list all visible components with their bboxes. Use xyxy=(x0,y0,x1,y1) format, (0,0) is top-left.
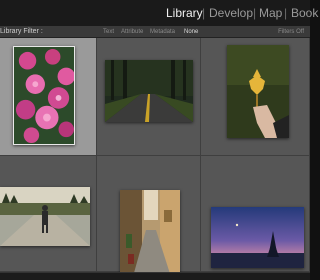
module-develop[interactable]: Develop xyxy=(209,6,253,20)
filter-none-button[interactable]: None xyxy=(184,26,198,38)
narrow-street-image xyxy=(120,190,180,280)
hiker-path-photo[interactable] xyxy=(0,187,90,246)
autumn-leaf-image xyxy=(227,45,289,138)
grid-cell-autumn-leaf[interactable] xyxy=(201,38,310,156)
photo-grid xyxy=(0,38,310,280)
grid-cell-street[interactable] xyxy=(97,156,201,280)
module-map[interactable]: Map xyxy=(259,6,282,20)
dahlia-flowers-image xyxy=(14,47,74,144)
library-filter-title: Library Filter : xyxy=(0,28,43,35)
module-separator: | xyxy=(253,6,257,20)
filmstrip-bar xyxy=(0,272,310,280)
forest-road-image xyxy=(105,60,193,122)
autumn-leaf-photo[interactable] xyxy=(227,45,289,138)
narrow-street-photo[interactable] xyxy=(120,190,180,280)
forest-road-photo[interactable] xyxy=(105,60,193,122)
filter-text-button[interactable]: Text xyxy=(103,26,114,38)
filter-metadata-button[interactable]: Metadata xyxy=(150,26,175,38)
module-book[interactable]: Book xyxy=(291,6,318,20)
grid-cell-dahlia[interactable] xyxy=(0,38,97,156)
module-separator: | xyxy=(202,6,206,20)
grid-cell-hiker[interactable] xyxy=(0,156,97,272)
module-library[interactable]: Library xyxy=(166,6,203,20)
module-picker: Library | Develop | Map | Book xyxy=(0,0,318,26)
twilight-lake-photo[interactable] xyxy=(211,207,304,268)
twilight-lake-image xyxy=(211,207,304,268)
filter-attribute-button[interactable]: Attribute xyxy=(121,26,143,38)
hiker-path-image xyxy=(0,187,90,246)
dahlia-flowers-photo[interactable] xyxy=(13,46,75,145)
module-separator: | xyxy=(284,6,288,20)
library-filter-bar: Library Filter : Text Attribute Metadata… xyxy=(0,26,310,38)
grid-cell-twilight[interactable] xyxy=(201,156,310,272)
grid-cell-forest-road[interactable] xyxy=(97,38,201,156)
filters-off-toggle[interactable]: Filters Off xyxy=(278,26,304,38)
